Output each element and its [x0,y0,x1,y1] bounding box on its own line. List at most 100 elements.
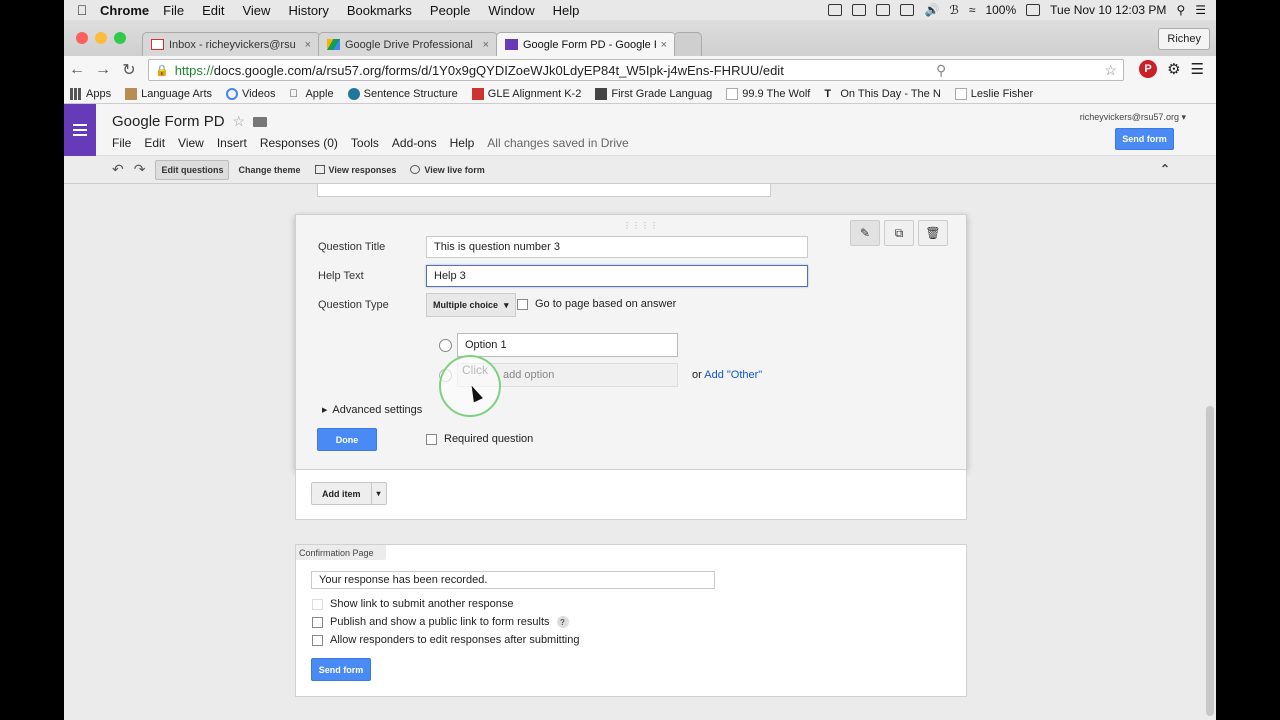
confirmation-message-input[interactable]: Your response has been recorded. [311,571,715,589]
menubar-help[interactable]: Help [553,3,580,18]
menubar-file[interactable]: File [163,3,184,18]
wifi-icon[interactable]: ≈ [969,3,976,17]
show-link-checkbox[interactable] [312,598,323,610]
bookmark-star-icon[interactable]: ☆ [1104,62,1117,79]
bookmark-gle-alignment[interactable]: GLE Alignment K-2 [471,87,581,100]
view-live-form-button[interactable]: View live form [405,160,489,180]
edit-pencil-icon[interactable]: ✎ [850,220,880,246]
allow-edit-checkbox[interactable] [312,634,323,646]
help-question-icon[interactable]: ? [556,616,569,628]
change-theme-button[interactable]: Change theme [233,160,305,180]
back-icon[interactable]: ← [64,61,90,79]
reload-icon[interactable]: ↻ [116,60,142,80]
add-item-button[interactable]: Add item ▾ [311,482,387,505]
close-tab-icon[interactable]: × [305,39,311,51]
confirmation-option-show-link[interactable]: Show link to submit another response [312,598,513,610]
go-to-page-checkbox[interactable] [517,298,528,310]
menu-view[interactable]: View [178,136,204,150]
advanced-settings-toggle[interactable]: ▶ Advanced settings [322,404,422,416]
chevron-down-icon[interactable]: ▾ [372,483,386,504]
display-icon[interactable] [900,4,915,16]
menubar-window[interactable]: Window [488,3,534,18]
folder-icon[interactable] [253,116,268,127]
new-tab-button[interactable] [674,32,702,56]
go-to-page-option[interactable]: Go to page based on answer [517,298,676,310]
star-icon[interactable]: ☆ [233,113,246,130]
tab-google-form[interactable]: Google Form PD - Google F × [496,32,676,56]
forms-logo-icon[interactable] [64,104,96,156]
bookmark-first-grade[interactable]: First Grade Languag [595,87,712,100]
pinterest-icon[interactable]: P [1139,60,1158,78]
spotlight-icon[interactable]: ⚲ [1176,3,1185,17]
done-button[interactable]: Done [317,428,377,451]
menu-edit[interactable]: Edit [144,136,165,150]
minimize-window-button[interactable] [95,32,107,44]
duplicate-icon[interactable]: ⧉ [884,220,914,246]
edit-questions-button[interactable]: Edit questions [155,159,230,180]
question-title-input[interactable]: This is question number 3 [426,236,808,258]
send-form-button-bottom[interactable]: Send form [311,658,371,681]
account-switcher[interactable]: richeyvickers@rsu57.org ▾ [1080,112,1186,123]
menubar-people[interactable]: People [430,3,470,18]
view-responses-button[interactable]: View responses [310,160,402,180]
bookmark-sentence-structure[interactable]: Sentence Structure [347,87,458,100]
extension-icon[interactable]: ⚙ [1167,60,1180,78]
confirmation-option-publish[interactable]: Publish and show a public link to form r… [312,616,569,628]
tab-drive[interactable]: Google Drive Professional × [318,32,498,56]
address-bar[interactable]: 🔒 https:// docs.google.com/a/rsu57.org/f… [148,59,1124,81]
menu-addons[interactable]: Add-ons [392,136,437,150]
volume-icon[interactable]: 🔊 [924,3,939,17]
redo-icon[interactable]: ↷ [134,161,146,178]
bookmark-wolf[interactable]: 99.9 The Wolf [726,87,810,100]
bookmark-apple[interactable]:  Apple [289,88,333,100]
menu-insert[interactable]: Insert [217,136,247,150]
collapse-header-icon[interactable]: ⌃ [1160,162,1170,176]
menubar-view[interactable]: View [242,3,270,18]
confirmation-option-allow-edit[interactable]: Allow responders to edit responses after… [312,634,579,646]
bookmark-language-arts[interactable]: Language Arts [125,87,212,100]
undo-icon[interactable]: ↶ [112,161,124,178]
forward-icon[interactable]: → [90,61,116,79]
dropbox-icon[interactable] [852,4,867,16]
doc-title[interactable]: Google Form PD [112,113,225,130]
previous-question-field[interactable] [317,184,771,197]
close-window-button[interactable] [76,32,88,44]
add-other-link[interactable]: Add "Other" [704,369,762,381]
menubar-edit[interactable]: Edit [202,3,224,18]
send-form-button[interactable]: Send form [1115,128,1174,150]
help-text-input[interactable]: Help 3 [426,265,808,287]
zoom-window-button[interactable] [114,32,126,44]
clock[interactable]: Tue Nov 10 12:03 PM [1050,3,1166,17]
bookmark-apps[interactable]: Apps [70,87,111,100]
drag-handle-icon[interactable]: ⋮⋮⋮⋮ [623,221,659,230]
drive-sync-icon[interactable] [876,4,891,16]
scrollbar[interactable] [1206,406,1214,716]
menu-tools[interactable]: Tools [351,136,379,150]
option-1-input[interactable]: Option 1 [457,333,678,357]
delete-trash-icon[interactable]: 🗑 [918,220,948,246]
publish-checkbox[interactable] [312,616,323,628]
search-icon[interactable]: ⚲ [936,62,946,79]
apple-icon[interactable]:  [64,2,100,18]
airplay-icon[interactable] [828,4,843,16]
menubar-app-name[interactable]: Chrome [100,3,149,18]
bluetooth-icon[interactable]: ℬ [949,3,958,17]
bookmark-videos[interactable]: Videos [226,87,275,100]
battery-percent[interactable]: 100% [985,3,1016,17]
profile-button[interactable]: Richey [1158,28,1210,50]
menubar-bookmarks[interactable]: Bookmarks [347,3,412,18]
chrome-menu-icon[interactable]: ☰ [1191,60,1204,78]
menu-file[interactable]: File [112,136,131,150]
menubar-history[interactable]: History [288,3,328,18]
required-checkbox[interactable] [426,433,437,445]
bookmark-leslie-fisher[interactable]: Leslie Fisher [954,87,1033,100]
question-type-select[interactable]: Multiple choice ▾ [426,293,516,317]
notification-center-icon[interactable]: ☰ [1195,3,1206,17]
menu-help[interactable]: Help [450,136,475,150]
menu-responses[interactable]: Responses (0) [260,136,338,150]
close-tab-icon[interactable]: × [661,39,667,51]
close-tab-icon[interactable]: × [483,39,489,51]
tab-gmail[interactable]: Inbox - richeyvickers@rsu × [142,32,320,56]
required-question-option[interactable]: Required question [426,433,533,445]
bookmark-on-this-day[interactable]: T On This Day - The N [824,88,940,100]
